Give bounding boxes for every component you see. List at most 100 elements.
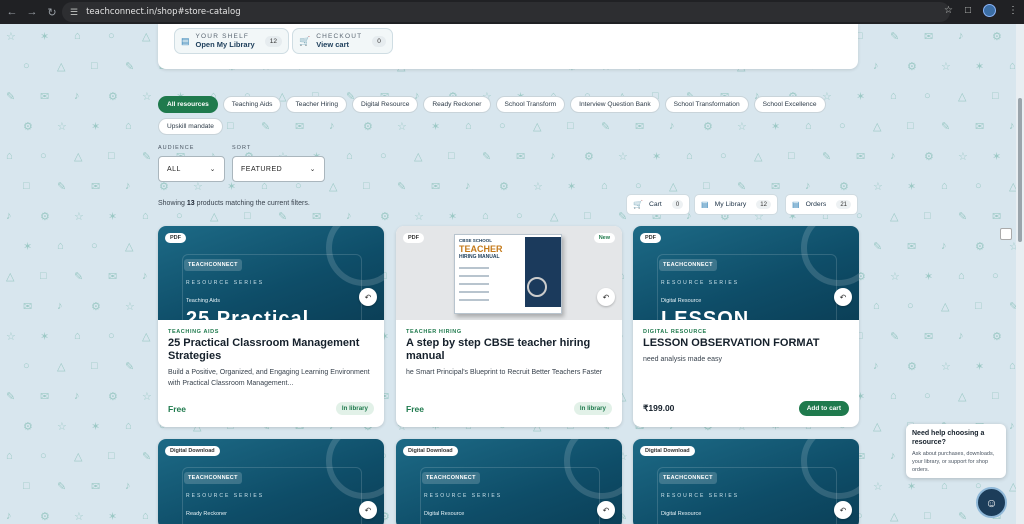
pattern-glyph: ✎ <box>822 151 832 163</box>
chip-upskill-mandate[interactable]: Upskill mandate <box>158 118 223 135</box>
chip-school-excellence[interactable]: School Excellence <box>753 96 826 113</box>
page-scrollbar[interactable] <box>1016 24 1024 524</box>
view-cart-button[interactable]: 🛒 CHECKOUT View cart 0 <box>292 28 393 54</box>
results-prefix: Showing <box>158 200 185 207</box>
profile-avatar[interactable] <box>983 4 996 17</box>
product-card[interactable]: Digital Download TEACHCONNECT RESOURCE S… <box>158 439 384 524</box>
pattern-glyph: ✎ <box>57 481 67 493</box>
product-title[interactable]: LESSON OBSERVATION FORMAT <box>643 337 849 350</box>
in-library-badge[interactable]: In library <box>335 402 374 415</box>
back-icon[interactable]: ← <box>4 6 20 18</box>
pattern-glyph: ✶ <box>975 361 985 373</box>
orders-summary-button[interactable]: ▤ Orders 21 <box>785 194 859 215</box>
pattern-glyph: ⌂ <box>6 450 13 462</box>
share-icon[interactable]: ↶ <box>834 288 852 306</box>
pattern-glyph: △ <box>669 181 678 193</box>
in-library-badge[interactable]: In library <box>573 402 612 415</box>
reload-icon[interactable]: ↻ <box>44 6 60 19</box>
pattern-glyph: □ <box>703 180 710 192</box>
chip-ready-reckoner[interactable]: Ready Reckoner <box>423 96 491 113</box>
cart-icon: 🛒 <box>633 200 643 209</box>
orders-summary-count: 21 <box>836 200 852 209</box>
address-bar[interactable]: ☰ teachconnect.in/shop#store-catalog <box>62 2 950 22</box>
pattern-glyph: △ <box>754 151 763 163</box>
book-decoration <box>459 283 489 285</box>
scrollbar-thumb[interactable] <box>1018 98 1022 242</box>
help-popover[interactable]: Need help choosing a resource? Ask about… <box>906 424 1006 478</box>
pattern-glyph: ⌂ <box>686 150 693 162</box>
format-badge: Digital Download <box>165 446 220 456</box>
pattern-glyph: ✎ <box>482 151 492 163</box>
menu-icon[interactable]: ⋮ <box>1008 5 1018 16</box>
pattern-glyph: ✎ <box>958 211 968 223</box>
pattern-glyph: ○ <box>720 150 727 162</box>
bookmark-star-icon[interactable]: ☆ <box>944 5 953 16</box>
add-to-cart-button[interactable]: Add to cart <box>798 401 849 416</box>
product-card[interactable]: PDF TEACHCONNECT RESOURCE SERIES Teachin… <box>158 226 384 427</box>
product-category: TEACHER HIRING <box>406 329 462 335</box>
pattern-glyph: ✉ <box>856 151 866 163</box>
product-card[interactable]: Digital Download TEACHCONNECT RESOURCE S… <box>396 439 622 524</box>
library-summary-button[interactable]: ▤ My Library 12 <box>694 194 778 215</box>
product-category: TEACHING AIDS <box>168 329 219 335</box>
forward-icon[interactable]: → <box>24 6 40 18</box>
cover-series: RESOURCE SERIES <box>186 280 265 286</box>
pattern-glyph: △ <box>1009 481 1016 493</box>
product-card[interactable]: PDF TEACHCONNECT RESOURCE SERIES Digital… <box>633 226 859 427</box>
share-icon[interactable]: ↶ <box>359 288 377 306</box>
chip-digital-resource[interactable]: Digital Resource <box>352 96 419 113</box>
pattern-glyph: ✶ <box>652 151 662 163</box>
pattern-glyph: □ <box>992 90 999 102</box>
chevron-down-icon: ⌄ <box>209 166 216 173</box>
pattern-glyph: ✉ <box>91 481 101 493</box>
open-library-button[interactable]: ▤ YOUR SHELF Open My Library 12 <box>174 28 289 54</box>
pattern-glyph: ♪ <box>873 360 879 372</box>
extensions-icon[interactable]: □ <box>965 5 971 16</box>
product-card[interactable]: Digital Download TEACHCONNECT RESOURCE S… <box>633 439 859 524</box>
chat-assistant-button[interactable]: ☺ <box>976 487 1007 518</box>
library-summary-label: My Library <box>714 201 747 208</box>
chip-all-resources[interactable]: All resources <box>158 96 218 113</box>
cover-category: Digital Resource <box>661 298 702 304</box>
chip-school-transformation[interactable]: School Transformation <box>664 96 749 113</box>
product-card[interactable]: CBSE SCHOOL TEACHER HIRING MANUAL PDF Ne… <box>396 226 622 427</box>
pattern-glyph: □ <box>992 390 999 402</box>
pattern-glyph: ✉ <box>771 181 781 193</box>
orders-summary-label: Orders <box>805 201 827 208</box>
pattern-glyph: ⚙ <box>23 121 33 133</box>
pattern-glyph: ⚙ <box>108 391 118 403</box>
pattern-glyph: ✶ <box>91 421 101 433</box>
pattern-glyph: □ <box>108 150 115 162</box>
chip-interview-question-bank[interactable]: Interview Question Bank <box>570 96 660 113</box>
sort-select[interactable]: FEATURED ⌄ <box>232 156 325 182</box>
pattern-glyph: ✎ <box>142 151 152 163</box>
pattern-glyph: □ <box>40 270 47 282</box>
pattern-glyph: □ <box>91 60 98 72</box>
chat-icon: ☺ <box>985 495 998 510</box>
share-icon[interactable]: ↶ <box>834 501 852 519</box>
pattern-glyph: ☆ <box>414 211 424 223</box>
pattern-glyph: △ <box>873 421 882 433</box>
pattern-glyph: ☆ <box>873 481 883 493</box>
pattern-glyph: ☆ <box>57 421 67 433</box>
pattern-glyph: △ <box>6 271 15 283</box>
pattern-glyph: ✉ <box>312 211 322 223</box>
share-icon[interactable]: ↶ <box>597 288 615 306</box>
product-title[interactable]: 25 Practical Classroom Management Strate… <box>168 337 374 363</box>
share-icon[interactable]: ↶ <box>359 501 377 519</box>
site-info-icon[interactable]: ☰ <box>70 7 78 18</box>
product-title[interactable]: A step by step CBSE teacher hiring manua… <box>406 337 612 363</box>
cart-summary-button[interactable]: 🛒 Cart 0 <box>626 194 691 215</box>
page-tool-icon[interactable] <box>1000 228 1012 240</box>
chip-teaching-aids[interactable]: Teaching Aids <box>222 96 282 113</box>
share-icon[interactable]: ↶ <box>597 501 615 519</box>
chip-school-transform[interactable]: School Transform <box>495 96 566 113</box>
pattern-glyph: ♪ <box>873 60 879 72</box>
pattern-glyph: ☆ <box>1009 241 1016 253</box>
pattern-glyph: ○ <box>975 180 982 192</box>
pattern-glyph: ✎ <box>74 271 84 283</box>
pattern-glyph: □ <box>907 120 914 132</box>
pattern-glyph: ⚙ <box>992 331 1002 343</box>
chip-teacher-hiring[interactable]: Teacher Hiring <box>286 96 347 113</box>
audience-select[interactable]: ALL ⌄ <box>158 156 225 182</box>
